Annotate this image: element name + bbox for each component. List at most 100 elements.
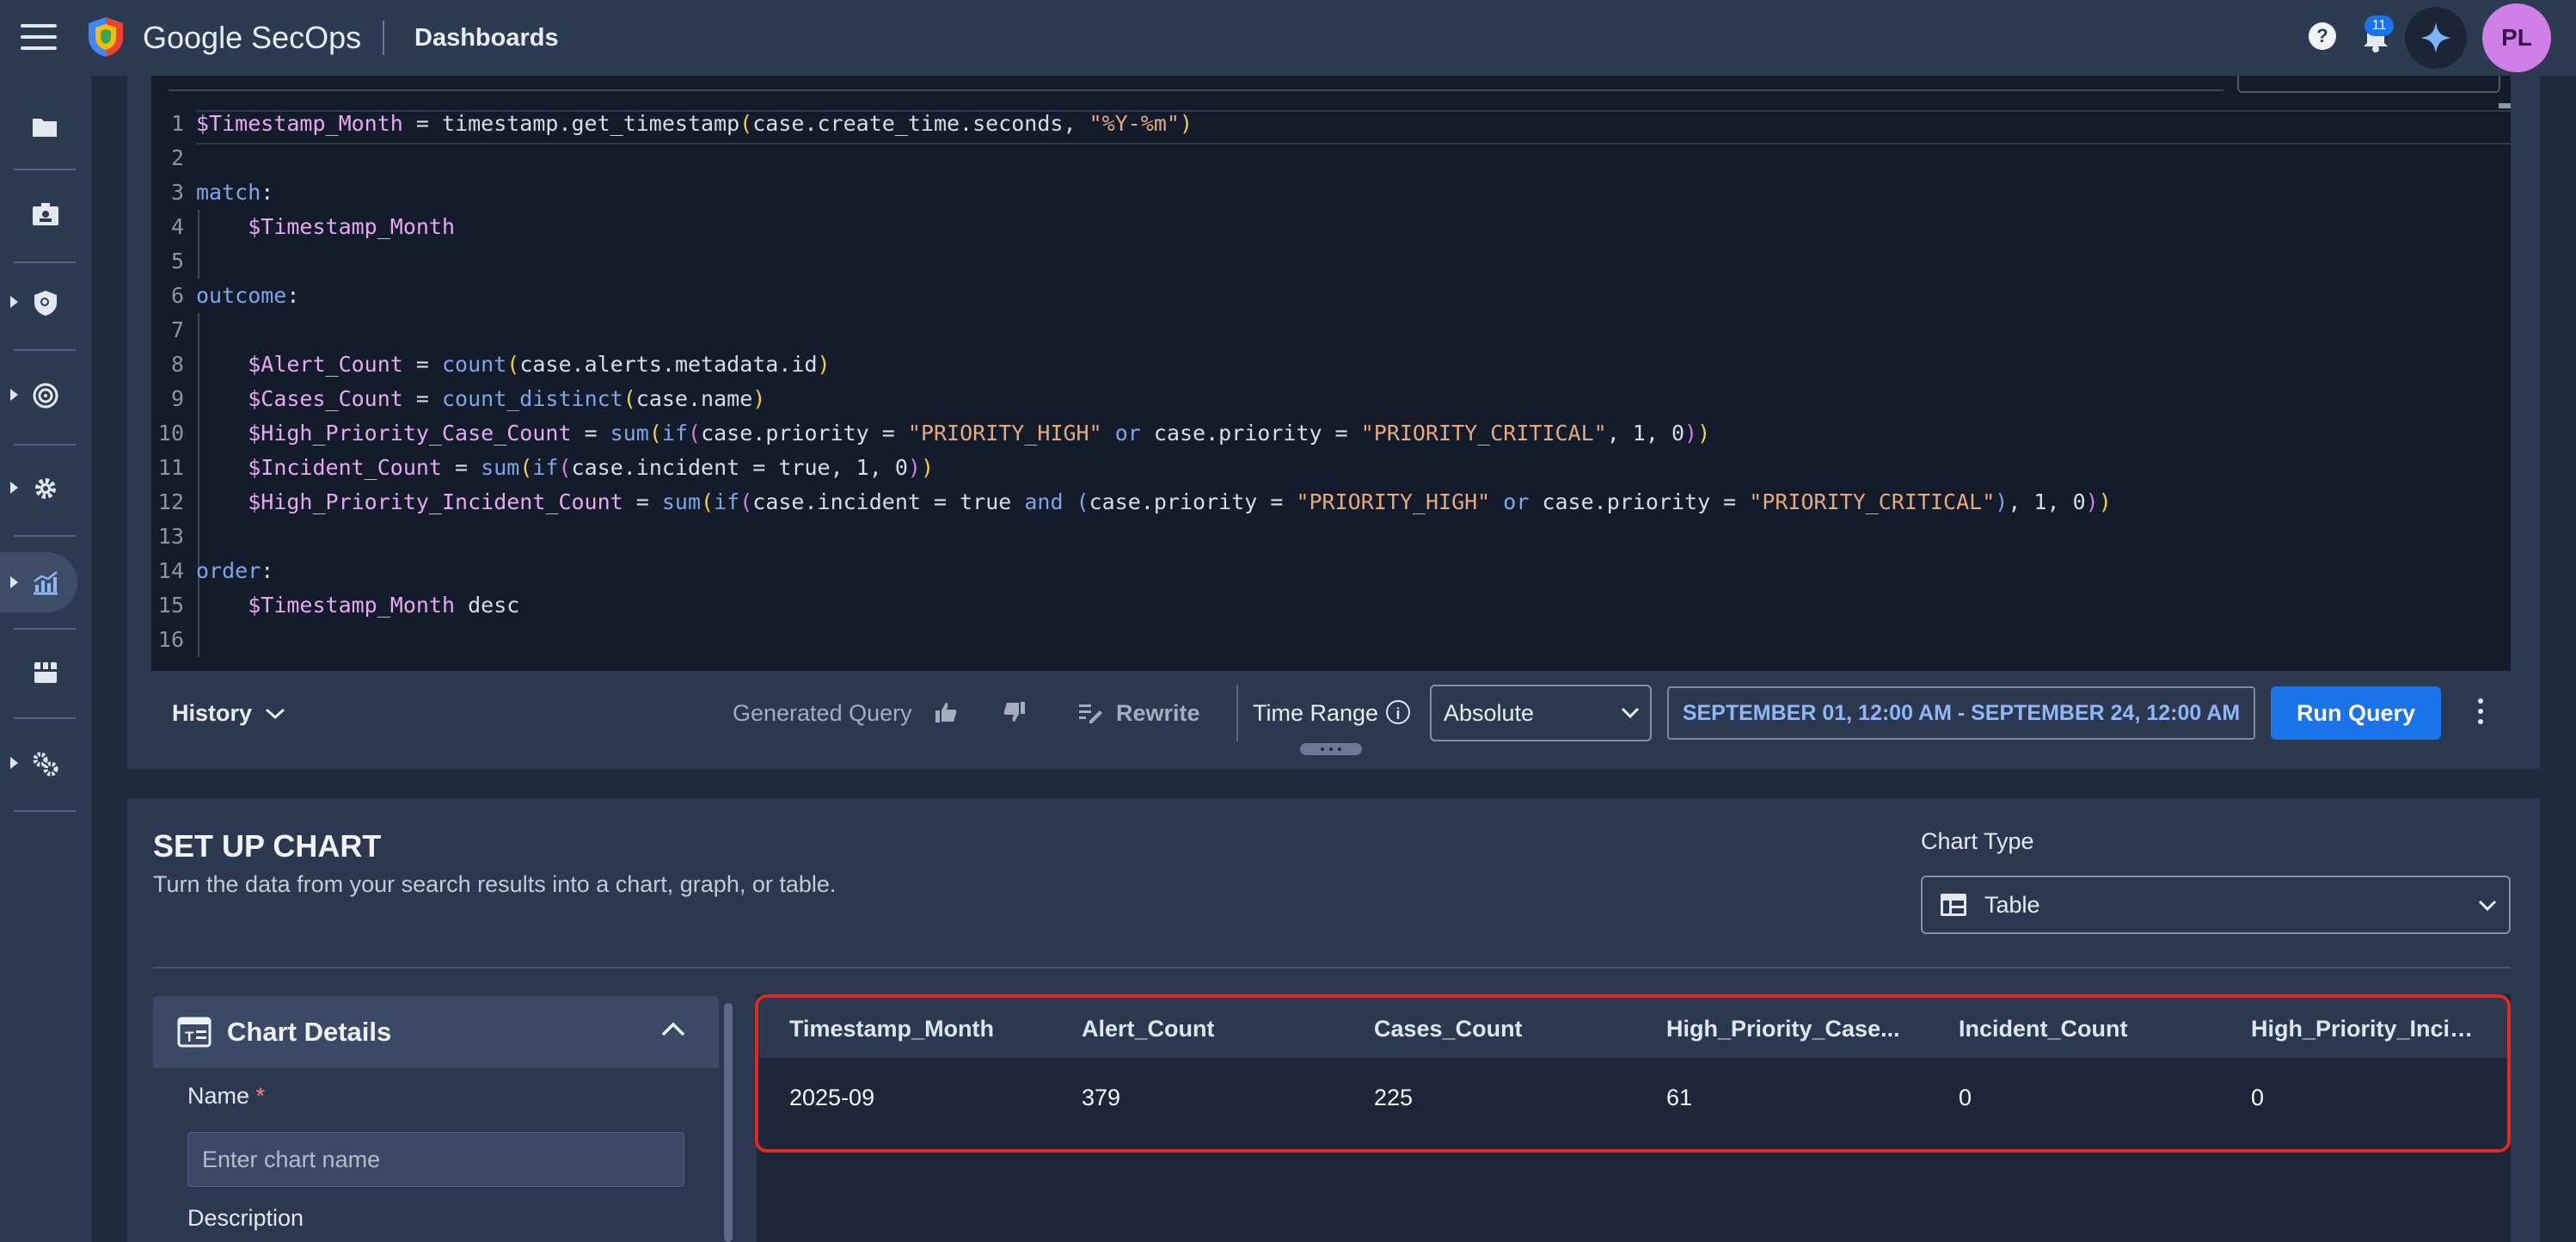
chevron-down-icon [2478,900,2497,912]
user-avatar[interactable]: PL [2482,3,2551,72]
results-table: Timestamp_Month Alert_Count Cases_Count … [755,994,2511,1153]
table-icon [1941,894,1966,916]
setup-chart-subtitle: Turn the data from your search results i… [153,871,837,897]
dashboards-icon [34,571,58,595]
settings-icon [35,478,56,499]
more-options-icon[interactable] [2476,698,2485,729]
sidebar-item-cases[interactable] [0,189,91,241]
code-line: 13 [151,520,2473,554]
marketplace-icon [34,662,57,683]
brand-divider [383,21,384,55]
column-header[interactable]: Alert_Count [1082,1011,1348,1046]
code-line: 15 $Timestamp_Month desc [151,588,2473,623]
code-line: 8 $Alert_Count = count(case.alerts.metad… [151,347,2473,382]
line-number: 6 [170,283,184,308]
history-dropdown[interactable]: History [172,696,286,730]
code-line: 7 [151,313,2473,347]
line-number: 16 [157,627,184,652]
code-line: 5 [151,244,2473,279]
setup-chart-title: SET UP CHART [153,828,382,864]
investigation-icon [33,383,58,409]
chevron-up-icon[interactable] [660,1020,686,1037]
chevron-down-icon [1621,707,1640,719]
svg-text:T: T [185,1029,194,1045]
cases-icon [33,203,58,225]
line-number: 5 [170,249,184,274]
thumbs-up-icon[interactable] [934,700,958,729]
column-header[interactable]: Timestamp_Month [789,1011,1056,1046]
line-number: 9 [170,386,184,411]
sidebar-item-dashboards[interactable] [0,557,91,609]
column-header[interactable]: High_Priority_Incid... [2251,1011,2483,1046]
expand-arrow-icon [10,296,18,308]
chart-type-value: Table [1984,892,2040,918]
line-number: 7 [170,317,184,342]
chart-name-input[interactable] [187,1132,684,1187]
code-line: 16 [151,623,2473,657]
help-icon[interactable]: ? [2309,22,2336,50]
run-query-button[interactable]: Run Query [2271,686,2441,740]
editor-scrollbar[interactable] [2499,103,2511,108]
page-title: Dashboards [414,24,559,52]
top-bar [0,0,2576,76]
thumbs-down-icon[interactable] [1003,700,1027,729]
rewrite-icon [1078,702,1104,729]
sidebar-divider [14,261,76,263]
sidebar-item-settings[interactable] [0,463,91,514]
code-line: 14 order: [151,554,2473,588]
column-header[interactable]: Cases_Count [1374,1011,1641,1046]
notification-count-badge: 11 [2364,15,2394,36]
code-line: 11 $Incident_Count = sum(if(case.inciden… [151,451,2473,485]
chart-type-label: Chart Type [1921,828,2034,854]
table-cell: 61 [1666,1085,1693,1110]
code-line: 9 $Cases_Count = count_distinct(case.nam… [151,382,2473,416]
sidebar-item-admin-settings[interactable] [0,738,91,790]
line-number: 13 [157,524,184,549]
code-line: 4 $Timestamp_Month [151,210,2473,244]
resize-handle[interactable] [1300,743,1362,755]
sidebar-divider [14,535,76,537]
time-mode-value: Absolute [1444,700,1535,726]
expand-arrow-icon [10,482,18,494]
menu-icon[interactable] [21,24,57,52]
secops-logo-icon [86,15,126,58]
sidebar-divider [14,717,76,719]
sidebar-item-marketplace[interactable] [0,647,91,698]
description-label: Description [187,1205,304,1231]
table-cell: 379 [1082,1085,1121,1110]
date-range-picker[interactable]: SEPTEMBER 01, 12:00 AM - SEPTEMBER 24, 1… [1667,686,2255,740]
line-number: 3 [170,180,184,205]
editor-overflow-control [2237,76,2500,93]
table-cell: 225 [1374,1085,1414,1110]
sidebar-divider [14,444,76,446]
line-number: 2 [170,145,184,170]
toolbar-divider [1236,685,1238,741]
column-header[interactable]: Incident_Count [1959,1011,2225,1046]
sidebar-item-investigation[interactable] [0,370,91,421]
code-line: 2 [151,141,2473,175]
time-mode-select[interactable]: Absolute [1430,685,1652,741]
brand-name: Google SecOps [143,20,362,55]
code-line: 3 match: [151,175,2473,210]
rewrite-button[interactable]: Rewrite [1116,696,1200,730]
gemini-assistant-button[interactable] [2405,7,2467,69]
info-icon[interactable]: i [1386,700,1410,724]
chart-type-select[interactable]: Table [1921,876,2511,934]
table-row: 2025-09 379 225 61 0 0 [758,1058,2507,1149]
name-label: Name * [187,1083,266,1109]
details-scrollbar[interactable] [724,1003,733,1242]
chart-details-icon: T [177,1017,212,1048]
expand-arrow-icon [10,757,18,769]
generated-query-label: Generated Query [733,700,912,726]
sidebar-item-detection[interactable] [0,277,91,329]
chevron-down-icon [266,708,285,720]
line-number: 12 [157,489,184,514]
detection-icon [34,291,57,316]
expand-arrow-icon [10,576,18,588]
folder-icon [33,119,57,137]
sidebar-item-files[interactable] [0,101,91,153]
table-cell: 2025-09 [789,1085,875,1110]
column-header[interactable]: High_Priority_Case... [1666,1011,1933,1046]
table-cell: 0 [1959,1085,1972,1110]
code-line: 10 $High_Priority_Case_Count = sum(if(ca… [151,416,2473,451]
